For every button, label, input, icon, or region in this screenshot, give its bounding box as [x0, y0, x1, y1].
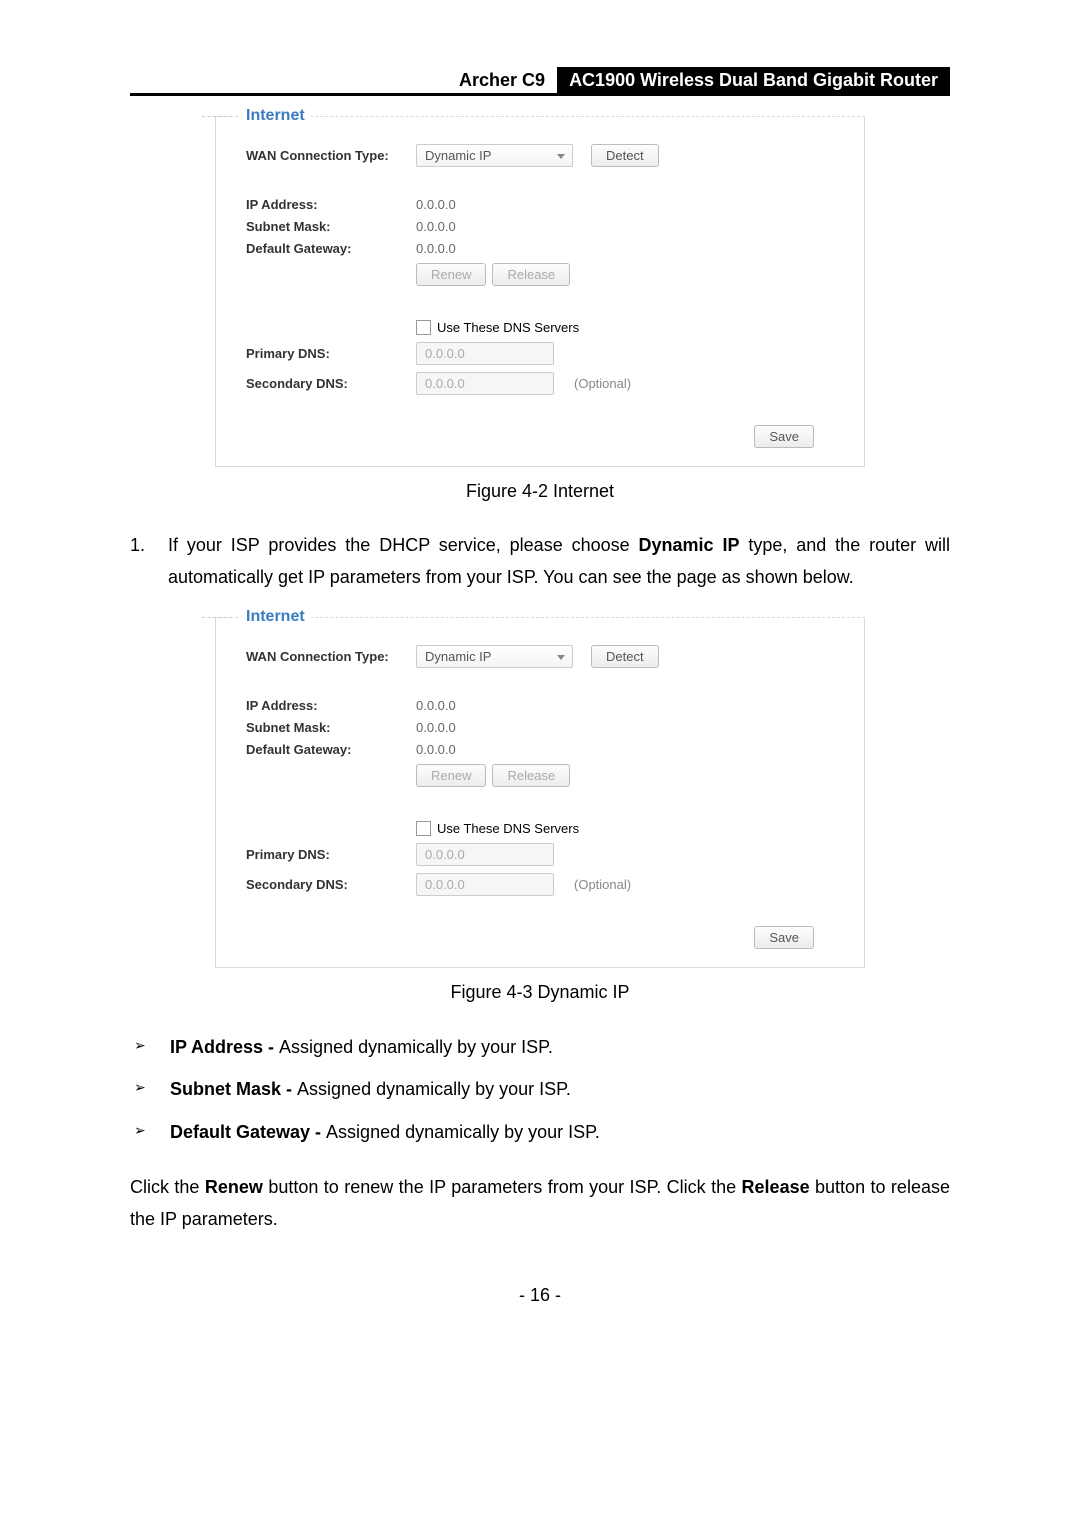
- release-button-2[interactable]: Release: [492, 764, 570, 787]
- fieldset-legend: Internet: [240, 107, 311, 125]
- primary-dns-input[interactable]: 0.0.0.0: [416, 342, 554, 365]
- optional-hint: (Optional): [574, 376, 631, 391]
- release-button[interactable]: Release: [492, 263, 570, 286]
- save-button[interactable]: Save: [754, 425, 814, 448]
- para1-bold: Dynamic IP: [639, 535, 740, 555]
- list-item: Subnet Mask - Assigned dynamically by yo…: [130, 1073, 950, 1105]
- list-item: IP Address - Assigned dynamically by you…: [130, 1031, 950, 1063]
- secondary-dns-label: Secondary DNS:: [246, 376, 416, 391]
- ip-address-label-2: IP Address:: [246, 698, 416, 713]
- default-gateway-label-2: Default Gateway:: [246, 742, 416, 757]
- bullet-bold: Default Gateway -: [170, 1122, 326, 1142]
- p2-b2: Release: [742, 1177, 810, 1197]
- default-gateway-label: Default Gateway:: [246, 241, 416, 256]
- subnet-mask-value-2: 0.0.0.0: [416, 720, 456, 735]
- subnet-mask-value: 0.0.0.0: [416, 219, 456, 234]
- p2-t2: button to renew the IP parameters from y…: [263, 1177, 742, 1197]
- p2-t1: Click the: [130, 1177, 205, 1197]
- figure-internet-2: Internet WAN Connection Type: Dynamic IP…: [215, 617, 865, 968]
- header-model: Archer C9: [447, 67, 557, 93]
- page-number: - 16 -: [130, 1285, 950, 1306]
- p2-b1: Renew: [205, 1177, 263, 1197]
- renew-button[interactable]: Renew: [416, 263, 486, 286]
- list-number: 1.: [130, 530, 168, 593]
- secondary-dns-label-2: Secondary DNS:: [246, 877, 416, 892]
- ip-address-value-2: 0.0.0.0: [416, 698, 456, 713]
- save-button-2[interactable]: Save: [754, 926, 814, 949]
- page-header: Archer C9AC1900 Wireless Dual Band Gigab…: [130, 70, 950, 96]
- bullet-text: Assigned dynamically by your ISP.: [279, 1037, 553, 1057]
- numbered-paragraph: 1. If your ISP provides the DHCP service…: [130, 530, 950, 593]
- secondary-dns-input-2[interactable]: 0.0.0.0: [416, 873, 554, 896]
- figure-internet-1: Internet WAN Connection Type: Dynamic IP…: [215, 116, 865, 467]
- bullet-bold: Subnet Mask -: [170, 1079, 297, 1099]
- secondary-dns-input[interactable]: 0.0.0.0: [416, 372, 554, 395]
- primary-dns-label: Primary DNS:: [246, 346, 416, 361]
- internet-fieldset-2: Internet WAN Connection Type: Dynamic IP…: [215, 617, 865, 968]
- subnet-mask-label-2: Subnet Mask:: [246, 720, 416, 735]
- ip-address-value: 0.0.0.0: [416, 197, 456, 212]
- use-dns-checkbox[interactable]: [416, 320, 431, 335]
- internet-fieldset: Internet WAN Connection Type: Dynamic IP…: [215, 116, 865, 467]
- renew-button-2[interactable]: Renew: [416, 764, 486, 787]
- bullet-list: IP Address - Assigned dynamically by you…: [130, 1031, 950, 1148]
- wan-type-select-2[interactable]: Dynamic IP: [416, 645, 573, 668]
- wan-type-select[interactable]: Dynamic IP: [416, 144, 573, 167]
- default-gateway-value-2: 0.0.0.0: [416, 742, 456, 757]
- primary-dns-input-2[interactable]: 0.0.0.0: [416, 843, 554, 866]
- detect-button[interactable]: Detect: [591, 144, 659, 167]
- bullet-text: Assigned dynamically by your ISP.: [297, 1079, 571, 1099]
- closing-paragraph: Click the Renew button to renew the IP p…: [130, 1172, 950, 1235]
- default-gateway-value: 0.0.0.0: [416, 241, 456, 256]
- ip-address-label: IP Address:: [246, 197, 416, 212]
- wan-type-label-2: WAN Connection Type:: [246, 649, 416, 664]
- figure2-caption: Figure 4-3 Dynamic IP: [130, 982, 950, 1003]
- figure1-caption: Figure 4-2 Internet: [130, 481, 950, 502]
- fieldset-legend-2: Internet: [240, 608, 311, 626]
- subnet-mask-label: Subnet Mask:: [246, 219, 416, 234]
- bullet-text: Assigned dynamically by your ISP.: [326, 1122, 600, 1142]
- header-title: AC1900 Wireless Dual Band Gigabit Router: [557, 67, 950, 93]
- para1-text-before: If your ISP provides the DHCP service, p…: [168, 535, 639, 555]
- wan-type-label: WAN Connection Type:: [246, 148, 416, 163]
- optional-hint-2: (Optional): [574, 877, 631, 892]
- detect-button-2[interactable]: Detect: [591, 645, 659, 668]
- use-dns-label-2: Use These DNS Servers: [437, 821, 579, 836]
- bullet-bold: IP Address -: [170, 1037, 279, 1057]
- use-dns-label: Use These DNS Servers: [437, 320, 579, 335]
- primary-dns-label-2: Primary DNS:: [246, 847, 416, 862]
- list-item: Default Gateway - Assigned dynamically b…: [130, 1116, 950, 1148]
- use-dns-checkbox-2[interactable]: [416, 821, 431, 836]
